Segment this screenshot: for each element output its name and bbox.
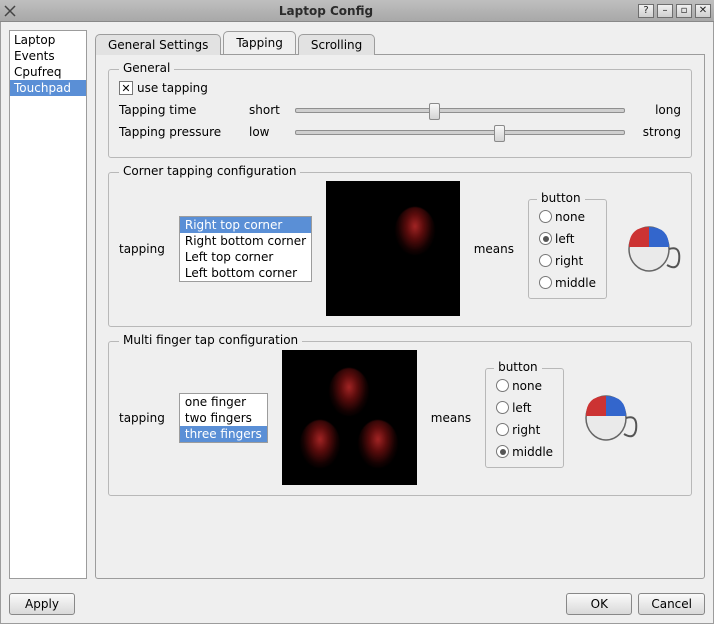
tapping-time-label: Tapping time — [119, 103, 249, 117]
sidebar-item-cpufreq[interactable]: Cpufreq — [10, 64, 86, 80]
corner-tapping-title: Corner tapping configuration — [119, 164, 300, 178]
tab-tapping[interactable]: Tapping — [223, 31, 296, 54]
corner-radio-right[interactable]: right — [539, 254, 596, 268]
finger-option-one[interactable]: one finger — [180, 394, 267, 410]
corner-button-group: button none left right middle — [528, 199, 607, 299]
cancel-button[interactable]: Cancel — [638, 593, 705, 615]
tapping-pressure-row: Tapping pressure low strong — [119, 125, 681, 139]
tapping-pressure-slider[interactable] — [295, 130, 625, 135]
general-group: General ✕ use tapping Tapping time short… — [108, 69, 692, 158]
apply-button[interactable]: Apply — [9, 593, 75, 615]
tab-page-tapping: General ✕ use tapping Tapping time short… — [95, 54, 705, 579]
close-button[interactable]: ✕ — [695, 4, 711, 18]
multi-radio-none[interactable]: none — [496, 379, 553, 393]
corner-config-row: tapping Right top corner Right bottom co… — [119, 181, 681, 316]
tapping-time-right-label: long — [631, 103, 681, 117]
title-bar: Laptop Config ? – ▫ ✕ — [0, 0, 714, 22]
app-icon — [3, 4, 17, 18]
corner-radio-middle[interactable]: middle — [539, 276, 596, 290]
multi-radio-middle[interactable]: middle — [496, 445, 553, 459]
multi-radio-right[interactable]: right — [496, 423, 553, 437]
multifinger-group: Multi finger tap configuration tapping o… — [108, 341, 692, 496]
maximize-button[interactable]: ▫ — [676, 4, 692, 18]
tab-general-settings[interactable]: General Settings — [95, 34, 221, 55]
corner-radio-left[interactable]: left — [539, 232, 596, 246]
corner-tapping-label: tapping — [119, 242, 165, 256]
corner-preview — [326, 181, 460, 316]
tapping-time-row: Tapping time short long — [119, 103, 681, 117]
sidebar-item-touchpad[interactable]: Touchpad — [10, 80, 86, 96]
corner-option-left-top[interactable]: Left top corner — [180, 249, 311, 265]
client-area: Laptop Events Cpufreq Touchpad General S… — [0, 22, 714, 624]
upper-area: Laptop Events Cpufreq Touchpad General S… — [1, 22, 713, 587]
finger-option-three[interactable]: three fingers — [180, 426, 267, 442]
tapping-pressure-thumb[interactable] — [494, 125, 505, 142]
tab-scrolling[interactable]: Scrolling — [298, 34, 375, 55]
finger-option-two[interactable]: two fingers — [180, 410, 267, 426]
help-button[interactable]: ? — [638, 4, 654, 18]
corner-button-group-title: button — [537, 191, 585, 205]
multi-preview — [282, 350, 417, 485]
tapping-pressure-label: Tapping pressure — [119, 125, 249, 139]
use-tapping-checkbox[interactable]: ✕ — [119, 81, 133, 95]
multi-radio-left[interactable]: left — [496, 401, 553, 415]
tapping-pressure-right-label: strong — [631, 125, 681, 139]
minimize-button[interactable]: – — [657, 4, 673, 18]
ok-button[interactable]: OK — [566, 593, 632, 615]
corner-listbox[interactable]: Right top corner Right bottom corner Lef… — [179, 216, 312, 282]
multi-button-group-title: button — [494, 360, 542, 374]
fingerprint-icon — [329, 368, 369, 416]
fingerprint-icon — [395, 207, 435, 255]
multi-button-group: button none left right middle — [485, 368, 564, 468]
corner-tapping-group: Corner tapping configuration tapping Rig… — [108, 172, 692, 327]
tapping-pressure-left-label: low — [249, 125, 289, 139]
settings-panel: General Settings Tapping Scrolling Gener… — [95, 30, 705, 579]
corner-option-right-top[interactable]: Right top corner — [180, 217, 311, 233]
sidebar-item-laptop[interactable]: Laptop — [10, 32, 86, 48]
sidebar-item-events[interactable]: Events — [10, 48, 86, 64]
corner-radio-none[interactable]: none — [539, 210, 596, 224]
mouse-icon — [621, 221, 681, 276]
fingerprint-icon — [358, 420, 398, 468]
fingerprint-icon — [300, 420, 340, 468]
multi-config-row: tapping one finger two fingers three fin… — [119, 350, 681, 485]
general-group-title: General — [119, 61, 174, 75]
corner-means-label: means — [474, 242, 514, 256]
finger-listbox[interactable]: one finger two fingers three fingers — [179, 393, 268, 443]
category-sidebar: Laptop Events Cpufreq Touchpad — [9, 30, 87, 579]
multifinger-title: Multi finger tap configuration — [119, 333, 302, 347]
corner-option-right-bottom[interactable]: Right bottom corner — [180, 233, 311, 249]
corner-option-left-bottom[interactable]: Left bottom corner — [180, 265, 311, 281]
tapping-time-slider[interactable] — [295, 108, 625, 113]
mouse-icon — [578, 390, 638, 445]
window-title: Laptop Config — [17, 4, 635, 18]
multi-means-label: means — [431, 411, 471, 425]
use-tapping-row: ✕ use tapping — [119, 81, 681, 95]
tab-bar: General Settings Tapping Scrolling — [95, 30, 705, 54]
multi-tapping-label: tapping — [119, 411, 165, 425]
use-tapping-label: use tapping — [137, 81, 208, 95]
tapping-time-left-label: short — [249, 103, 289, 117]
bottom-button-bar: Apply OK Cancel — [1, 587, 713, 623]
tapping-time-thumb[interactable] — [429, 103, 440, 120]
